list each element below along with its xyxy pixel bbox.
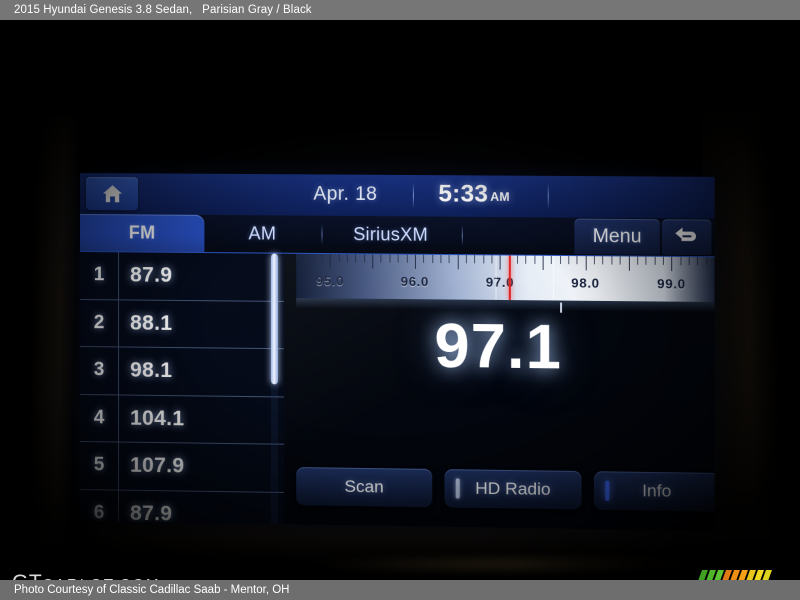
tab-siriusxm-label: SiriusXM — [353, 224, 428, 245]
dust-speck-top: ··· — [198, 47, 215, 59]
dial-band-edge-right — [552, 255, 554, 301]
preset-row[interactable]: 4 104.1 — [80, 394, 285, 445]
preset-row[interactable]: 1 87.9 — [80, 252, 285, 302]
tuner-needle — [508, 255, 511, 301]
hd-radio-indicator-icon — [455, 478, 460, 499]
back-arrow-icon — [673, 224, 700, 250]
info-indicator-icon — [605, 480, 610, 501]
watermark-brand: GT — [12, 571, 42, 580]
tab-am-label: AM — [248, 223, 277, 244]
tuner-button-row: Scan HD Radio Info — [290, 467, 715, 516]
preset-number: 3 — [93, 359, 105, 381]
status-time-value: 5:33 — [438, 180, 489, 208]
preset-scrollbar-thumb[interactable] — [270, 253, 279, 385]
dial-tick-label: 96.0 — [400, 273, 429, 290]
back-button[interactable] — [661, 219, 712, 256]
gtcarlot-logo-icon — [693, 570, 786, 580]
menu-button-label: Menu — [592, 225, 642, 247]
preset-number: 4 — [93, 406, 105, 429]
vehicle-caption-bar: 2015 Hyundai Genesis 3.8 Sedan, Parisian… — [0, 0, 800, 20]
vehicle-photo: ··· ··· ··· ··· Apr. 18 5:33AM — [0, 20, 800, 580]
info-button-label: Info — [642, 481, 672, 501]
status-ampm: AM — [490, 189, 510, 204]
photo-credit-text: Photo Courtesy of Classic Cadillac Saab … — [14, 584, 290, 596]
tab-separator-2 — [461, 224, 463, 247]
dial-tick-label: 99.0 — [657, 276, 686, 292]
status-bar: Apr. 18 5:33 AM — [80, 173, 715, 220]
dial-tick-label: 98.0 — [571, 275, 600, 291]
dashboard-reflection — [300, 558, 720, 572]
band-tab-bar: FM AM SiriusXM Menu — [80, 214, 715, 259]
preset-frequency: 87.9 — [130, 263, 173, 288]
tuner-dial[interactable]: 95.0 96.0 97.0 98.0 99.0 — [296, 253, 715, 302]
preset-cell-divider — [118, 442, 120, 490]
preset-row[interactable]: 3 98.1 — [80, 347, 285, 397]
preset-row[interactable]: 5 107.9 — [80, 442, 285, 493]
dial-tick-label: 95.0 — [315, 273, 345, 289]
status-divider — [412, 182, 414, 209]
current-frequency-display: 97.1 — [434, 311, 562, 383]
tab-fm-label: FM — [128, 222, 156, 243]
hd-radio-button[interactable]: HD Radio — [444, 469, 582, 510]
infotainment-screen: Apr. 18 5:33 AM FM AM SiriusXM Menu 1 87… — [80, 173, 715, 531]
preset-cell-divider — [118, 252, 120, 299]
preset-frequency: 88.1 — [130, 311, 173, 335]
status-divider-right — [547, 182, 549, 210]
dashboard-bezel-left — [23, 115, 79, 545]
scan-button[interactable]: Scan — [296, 467, 433, 508]
preset-frequency: 87.9 — [130, 501, 173, 526]
info-button[interactable]: Info — [593, 471, 715, 512]
preset-number: 6 — [93, 501, 105, 524]
status-time: 5:33 AM — [438, 180, 509, 209]
site-watermark: GTCARLOT.COM — [12, 571, 161, 580]
menu-button[interactable]: Menu — [574, 218, 660, 255]
tab-am[interactable]: AM — [204, 215, 320, 253]
preset-frequency: 107.9 — [130, 453, 185, 478]
dial-band-edge-left — [495, 255, 497, 300]
home-icon — [102, 184, 123, 203]
preset-row[interactable]: 2 88.1 — [80, 299, 285, 350]
vehicle-title: 2015 Hyundai Genesis 3.8 Sedan, — [14, 4, 193, 16]
tab-siriusxm[interactable]: SiriusXM — [323, 216, 459, 254]
tab-fm[interactable]: FM — [80, 214, 205, 253]
preset-cell-divider — [118, 394, 120, 442]
preset-number: 1 — [93, 264, 105, 286]
photo-credit-bar: Photo Courtesy of Classic Cadillac Saab … — [0, 580, 800, 600]
tuner-dial-ticks — [296, 253, 714, 273]
preset-number: 2 — [93, 311, 105, 334]
home-button[interactable] — [85, 177, 139, 211]
preset-frequency: 104.1 — [130, 406, 185, 431]
scan-button-label: Scan — [344, 476, 384, 497]
tuner-pane: 95.0 96.0 97.0 98.0 99.0 97.1 Scan HD Radio — [284, 253, 715, 531]
status-date: Apr. 18 — [313, 183, 378, 206]
preset-cell-divider — [118, 347, 120, 394]
preset-cell-divider — [118, 299, 120, 347]
preset-number: 5 — [93, 454, 105, 476]
hd-radio-button-label: HD Radio — [475, 478, 551, 499]
screenshot-root: 2015 Hyundai Genesis 3.8 Sedan, Parisian… — [0, 0, 800, 600]
preset-frequency: 98.1 — [130, 358, 173, 383]
vehicle-colors: Parisian Gray / Black — [202, 4, 312, 16]
preset-list[interactable]: 1 87.9 2 88.1 3 98.1 4 104.1 5 107.9 6 8… — [80, 252, 285, 531]
